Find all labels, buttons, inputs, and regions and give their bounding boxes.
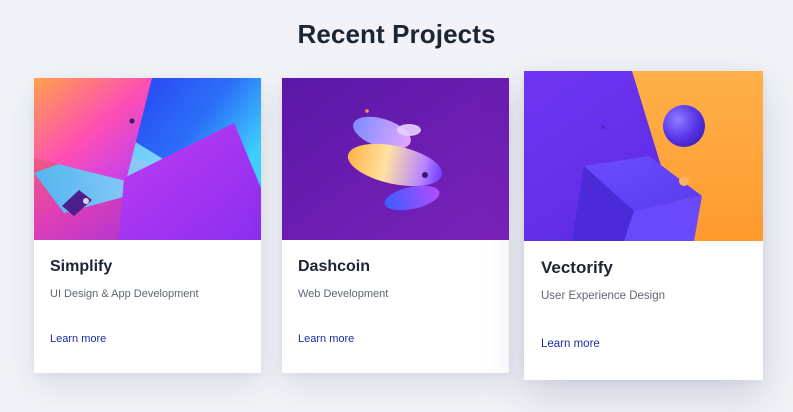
- project-category: UI Design & App Development: [50, 288, 199, 300]
- learn-more-link[interactable]: Learn more: [50, 333, 106, 345]
- learn-more-link[interactable]: Learn more: [298, 333, 354, 345]
- project-title: Simplify: [50, 258, 113, 275]
- project-category: User Experience Design: [541, 290, 666, 302]
- section-title: Recent Projects: [297, 19, 496, 49]
- project-card-dashcoin[interactable]: Dashcoin Web Development Learn more: [282, 78, 509, 373]
- learn-more-link[interactable]: Learn more: [541, 338, 600, 350]
- project-image-dashcoin: [282, 78, 509, 240]
- project-title: Vectorify: [541, 258, 613, 277]
- project-title: Dashcoin: [298, 258, 371, 275]
- project-category: Web Development: [298, 288, 389, 300]
- project-image-simplify: [34, 78, 261, 240]
- project-image-vectorify: [524, 71, 763, 241]
- project-card-simplify[interactable]: Simplify UI Design & App Development Lea…: [34, 78, 261, 373]
- project-card-vectorify[interactable]: Vectorify User Experience Design Learn m…: [524, 71, 763, 380]
